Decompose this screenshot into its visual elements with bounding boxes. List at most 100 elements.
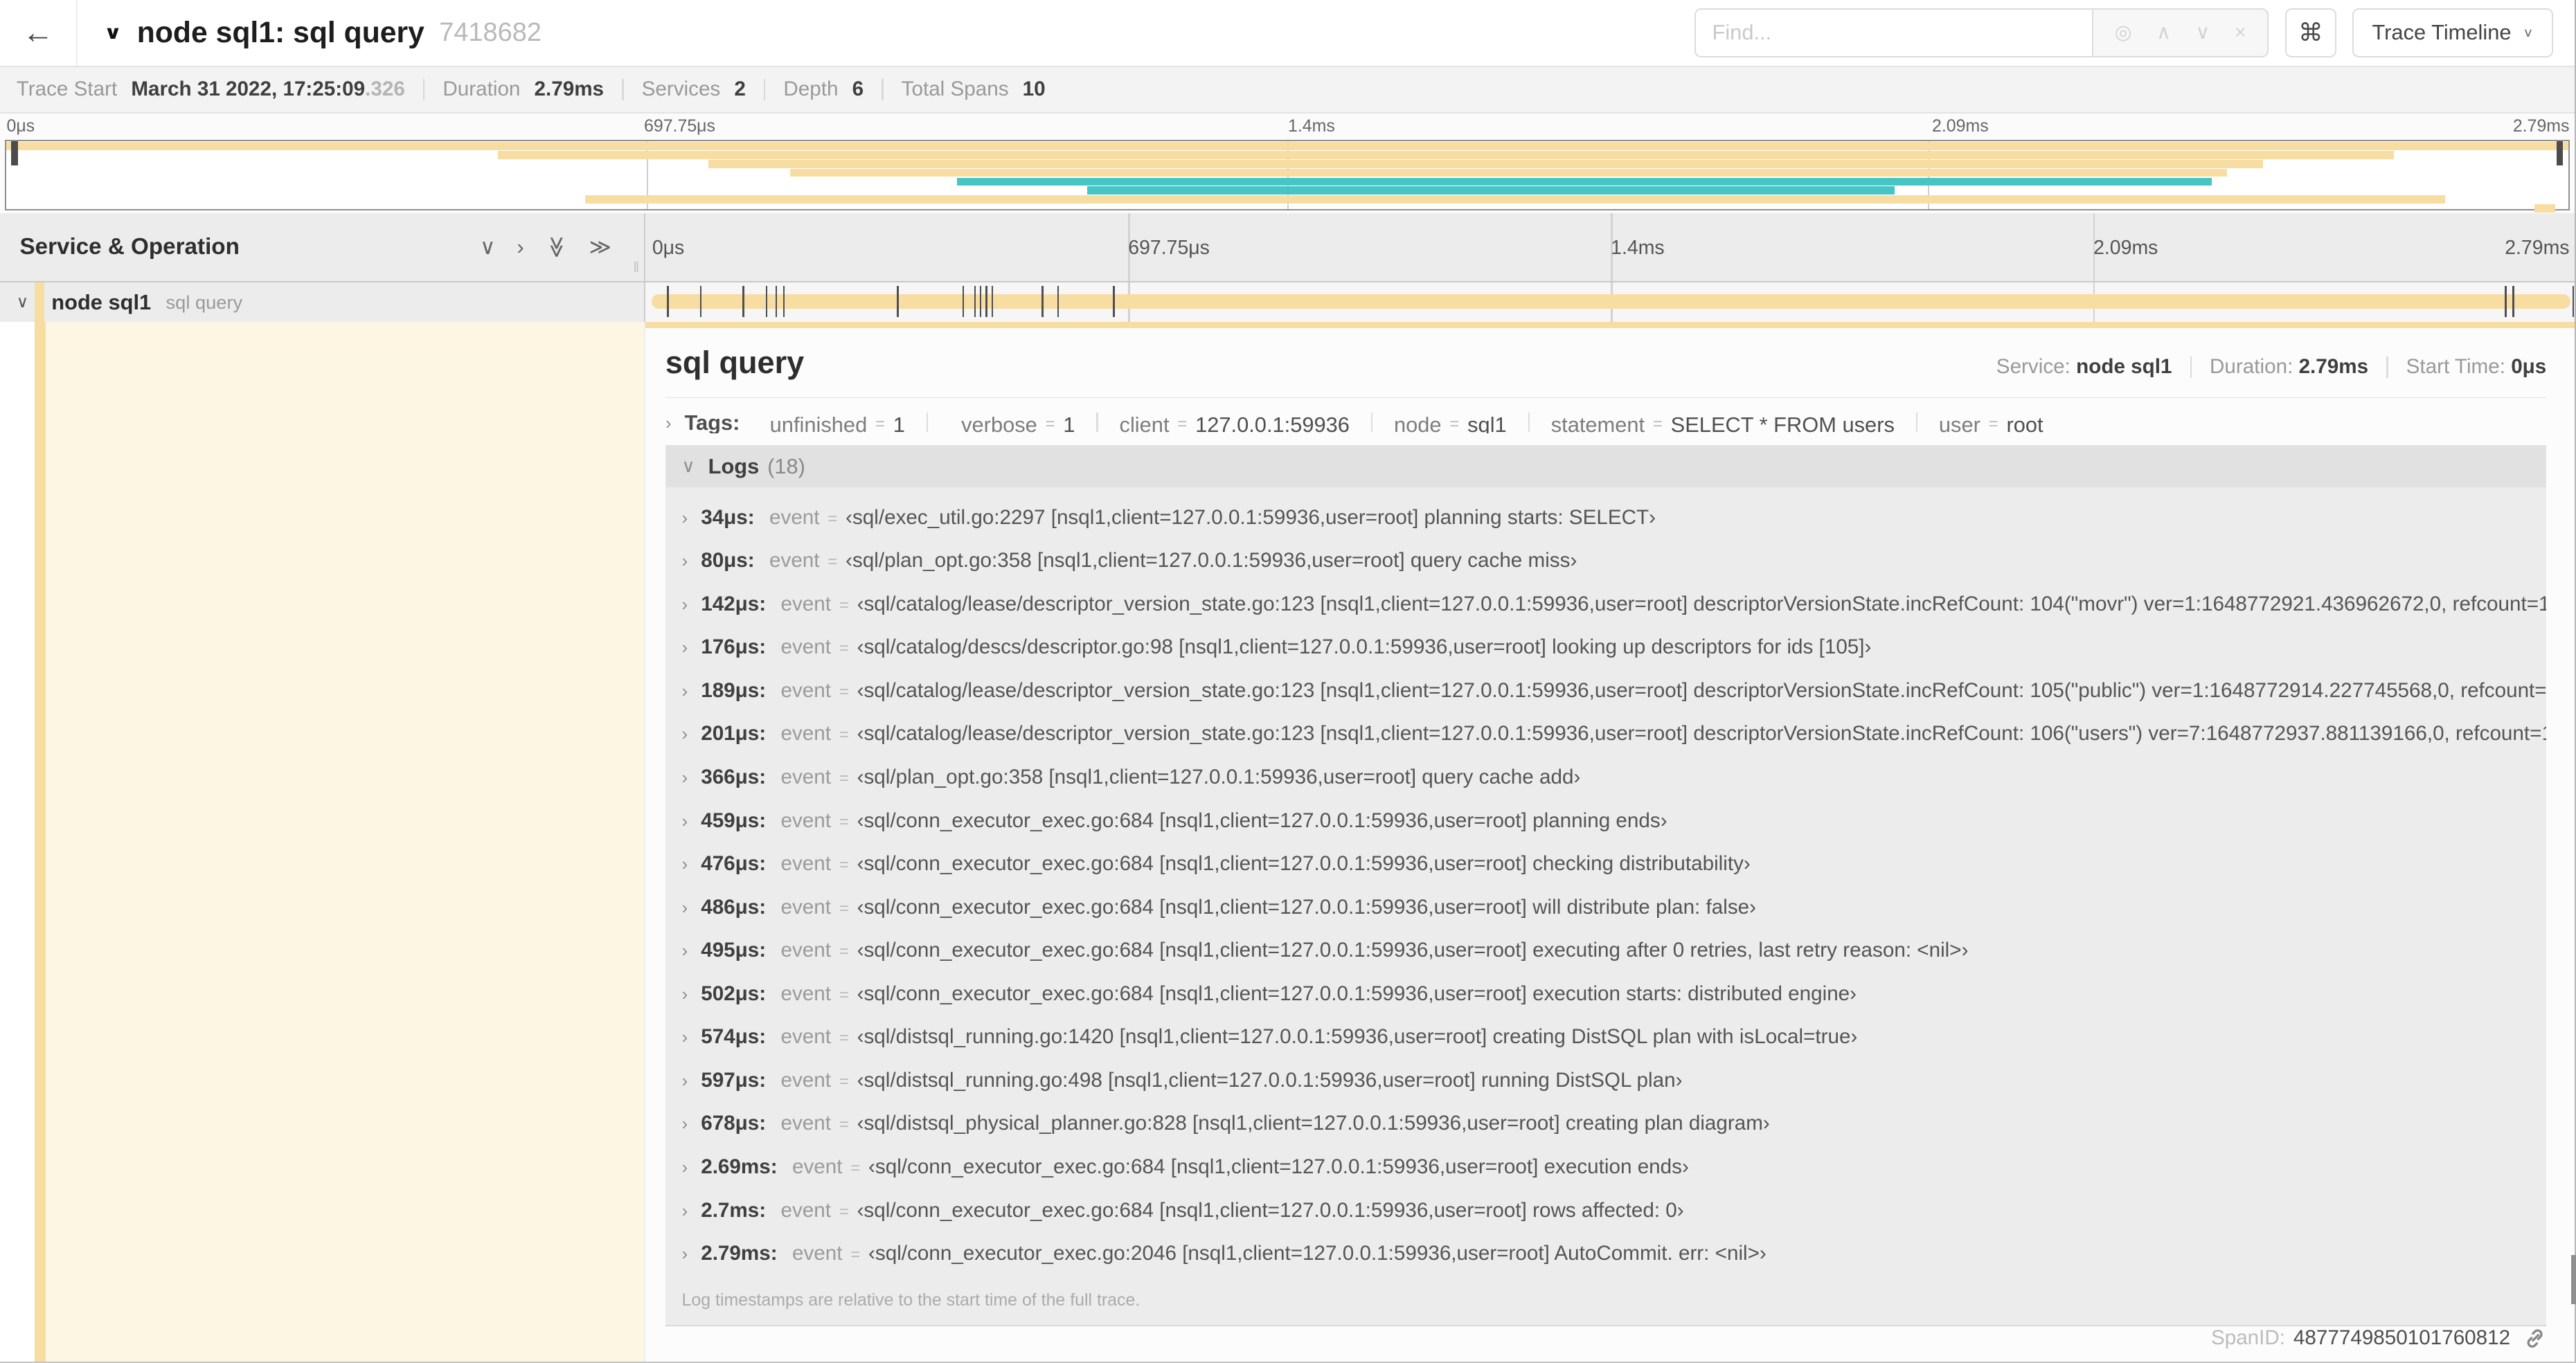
log-row[interactable]: › 597μs: event = ‹sql/distsql_running.go:498… xyxy=(665,1059,2546,1103)
span-color-accent xyxy=(34,282,45,322)
locate-icon[interactable]: ◎ xyxy=(2115,23,2132,42)
span-detail-panel: sql query Service: node sql1 Duration: 2… xyxy=(645,321,2576,1363)
link-icon[interactable] xyxy=(2523,1327,2546,1350)
tag-value: 1 xyxy=(893,413,905,434)
log-field-key: event xyxy=(791,1242,843,1265)
chevron-right-icon: › xyxy=(681,1243,688,1265)
log-timestamp: 597μs: xyxy=(701,1068,767,1092)
clear-search-icon[interactable]: × xyxy=(2235,23,2246,42)
chevron-down-icon[interactable]: ∨ xyxy=(17,292,28,312)
time-tick-label: 2.79ms xyxy=(2505,236,2570,259)
detail-left-column xyxy=(0,321,646,1363)
log-row[interactable]: › 502μs: event = ‹sql/conn_executor_exec.go:… xyxy=(665,973,2546,1016)
log-timestamp: 34μs: xyxy=(701,505,755,529)
log-field-key: event xyxy=(780,982,832,1005)
log-marker xyxy=(775,285,777,317)
double-chevron-right-icon[interactable]: ≫ xyxy=(589,235,611,260)
span-bar-cell[interactable] xyxy=(645,282,2576,322)
log-row[interactable]: › 2.69ms: event = ‹sql/conn_executor_exec.go… xyxy=(665,1146,2546,1189)
tag-item: _unfinished = 1 xyxy=(758,413,905,433)
equals-sign: = xyxy=(1988,415,1998,434)
log-row[interactable]: › 459μs: event = ‹sql/conn_executor_exec.go:… xyxy=(665,799,2546,842)
equals-sign: = xyxy=(839,813,849,831)
duration-label: Duration: xyxy=(2210,355,2293,379)
chevron-down-icon[interactable]: ∨ xyxy=(103,21,122,44)
detail-overview: Service: node sql1 Duration: 2.79ms Star… xyxy=(1996,355,2547,379)
time-tick-label: 0μs xyxy=(6,116,35,136)
view-selector-label: Trace Timeline xyxy=(2372,20,2512,45)
log-field-key: event xyxy=(780,1198,831,1222)
time-tick-label: 697.75μs xyxy=(644,116,715,136)
chevron-down-icon[interactable]: ∨ xyxy=(480,235,496,260)
prev-result-icon[interactable]: ∧ xyxy=(2156,23,2171,42)
log-row[interactable]: › 2.79ms: event = ‹sql/conn_executor_exec.go… xyxy=(665,1232,2546,1276)
tag-value: sql1 xyxy=(1467,413,1507,434)
log-row[interactable]: › 495μs: event = ‹sql/conn_executor_exec.go:… xyxy=(665,929,2546,973)
tag-item: client = 127.0.0.1:59936 xyxy=(1120,413,1350,433)
tag-item: user = root xyxy=(1939,413,2043,433)
log-field-value: ‹sql/conn_executor_exec.go:2046 [nsql1,c… xyxy=(868,1242,1766,1265)
start-time-label: Start Time: xyxy=(2406,355,2505,379)
minimap-span xyxy=(956,177,2212,186)
detail-panel-body: sql query Service: node sql1 Duration: 2… xyxy=(645,328,2576,1363)
timeline-minimap: 0μs 697.75μs 1.4ms 2.09ms 2.79ms xyxy=(0,113,2576,214)
tag-key: _unfinished xyxy=(758,413,868,434)
logs-count: (18) xyxy=(767,453,805,478)
next-result-icon[interactable]: ∨ xyxy=(2196,23,2210,42)
log-row[interactable]: › 34μs: event = ‹sql/exec_util.go:2297 [nsql… xyxy=(665,496,2546,539)
equals-sign: = xyxy=(839,1116,849,1135)
minimap-canvas[interactable] xyxy=(5,139,2570,213)
timeline-tick-header: 0μs 697.75μs 1.4ms 2.09ms 2.79ms xyxy=(645,213,2576,282)
minimap-left-drag-handle[interactable] xyxy=(11,141,18,166)
find-buttons: ◎ ∧ ∨ × xyxy=(2091,8,2269,58)
chevron-right-icon: › xyxy=(681,637,688,658)
log-row[interactable]: › 366μs: event = ‹sql/plan_opt.go:358 [nsql1… xyxy=(665,756,2546,800)
chevron-down-icon: ∨ xyxy=(2523,25,2534,40)
log-field-value: ‹sql/conn_executor_exec.go:684 [nsql1,cl… xyxy=(857,852,1751,876)
keyboard-shortcuts-button[interactable]: ⌘ xyxy=(2285,8,2336,58)
chevron-right-icon: › xyxy=(681,854,688,875)
chevron-right-icon[interactable]: › xyxy=(517,235,524,260)
column-resize-handle[interactable]: ‖ xyxy=(633,259,639,276)
back-button[interactable]: ← xyxy=(0,0,78,66)
log-row[interactable]: › 2.7ms: event = ‹sql/conn_executor_exec.go:… xyxy=(665,1189,2546,1232)
chevron-down-icon: ∨ xyxy=(681,455,695,477)
summary-value: 2 xyxy=(734,78,746,101)
divider xyxy=(926,413,929,432)
command-icon: ⌘ xyxy=(2298,18,2323,46)
tags-section[interactable]: › Tags: _unfinished = 1 _verbose = 1 client = 12… xyxy=(665,413,2546,433)
span-duration-bar[interactable] xyxy=(651,294,2570,309)
span-color-strip xyxy=(645,321,2576,329)
log-row[interactable]: › 201μs: event = ‹sql/catalog/lease/descript… xyxy=(665,712,2547,756)
log-row[interactable]: › 80μs: event = ‹sql/plan_opt.go:358 [nsql1,… xyxy=(665,539,2546,583)
detail-start-time: Start Time: 0μs xyxy=(2406,355,2547,379)
log-row[interactable]: › 476μs: event = ‹sql/conn_executor_exec.go:… xyxy=(665,842,2546,886)
log-row[interactable]: › 678μs: event = ‹sql/distsql_physical_plann… xyxy=(665,1102,2546,1146)
view-selector-button[interactable]: Trace Timeline ∨ xyxy=(2352,8,2553,58)
log-row[interactable]: › 574μs: event = ‹sql/distsql_running.go:142… xyxy=(665,1016,2546,1059)
minimap-right-drag-handle[interactable] xyxy=(2556,141,2564,166)
find-input[interactable] xyxy=(1694,8,2092,58)
log-marker xyxy=(1041,285,1044,317)
tag-item: statement = SELECT * FROM users xyxy=(1551,413,1895,433)
log-row[interactable]: › 486μs: event = ‹sql/conn_executor_exec.go:… xyxy=(665,885,2546,929)
service-value: node sql1 xyxy=(2076,355,2172,379)
chevron-right-icon: › xyxy=(681,1157,688,1178)
vertical-scrollbar[interactable] xyxy=(2570,1254,2576,1304)
log-row[interactable]: › 176μs: event = ‹sql/catalog/descs/descript… xyxy=(665,626,2546,669)
log-row[interactable]: › 189μs: event = ‹sql/catalog/lease/descript… xyxy=(665,669,2547,713)
log-field-value: ‹sql/conn_executor_exec.go:684 [nsql1,cl… xyxy=(857,982,1857,1005)
equals-sign: = xyxy=(839,856,849,875)
double-chevron-down-icon[interactable]: ≫ xyxy=(544,236,569,258)
logs-label: Logs xyxy=(708,453,760,478)
span-row: ∨ node sql1 sql query xyxy=(0,282,2576,322)
summary-label: Depth xyxy=(783,78,844,101)
equals-sign: = xyxy=(1177,415,1188,434)
duration-value: 2.79ms xyxy=(2298,355,2369,379)
chevron-right-icon: › xyxy=(681,940,688,962)
log-row[interactable]: › 142μs: event = ‹sql/catalog/lease/descript… xyxy=(665,582,2547,626)
summary-label: Services xyxy=(641,78,726,101)
log-field-value: ‹sql/distsql_running.go:1420 [nsql1,clie… xyxy=(857,1025,1858,1049)
logs-header[interactable]: ∨ Logs (18) xyxy=(665,444,2547,488)
span-name-cell[interactable]: ∨ node sql1 sql query xyxy=(0,282,646,322)
